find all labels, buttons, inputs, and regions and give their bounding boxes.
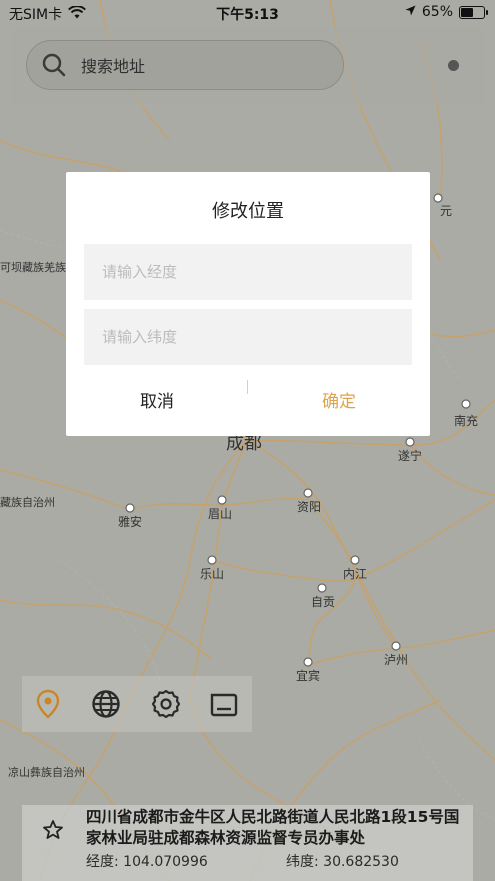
gear-icon xyxy=(151,689,181,719)
settings-button[interactable] xyxy=(150,688,182,720)
folder-icon xyxy=(210,693,238,717)
status-dot xyxy=(448,60,459,71)
latitude-value: 纬度: 30.682530 xyxy=(286,854,399,870)
star-icon[interactable] xyxy=(42,819,64,841)
map-label-ziyang: 资阳 xyxy=(297,500,321,514)
map-label-nanchong: 南充 xyxy=(454,413,478,428)
map-label-yuan: 元 xyxy=(440,204,452,218)
map-toolbar xyxy=(22,676,252,732)
search-panel: 搜索地址 xyxy=(12,28,484,104)
latitude-input[interactable] xyxy=(84,309,412,365)
address-text: 四川省成都市金牛区人民北路街道人民北路1段15号国家林业局驻成都森林资源监督专员… xyxy=(86,808,460,847)
map-label-zigong: 自贡 xyxy=(311,595,335,609)
map-label-aba: 可坝藏族羌族 xyxy=(0,260,66,274)
search-icon xyxy=(42,53,66,77)
status-bar: 无SIM卡 下午5:13 65% xyxy=(0,0,495,26)
battery-percent: 65% xyxy=(421,4,453,20)
map-label-meishan: 眉山 xyxy=(208,507,232,521)
folder-button[interactable] xyxy=(208,688,240,720)
map-label-leshan: 乐山 xyxy=(200,567,224,581)
search-placeholder: 搜索地址 xyxy=(81,57,146,76)
battery-icon xyxy=(459,5,488,19)
location-info-panel: 四川省成都市金牛区人民北路街道人民北路1段15号国家林业局驻成都森林资源监督专员… xyxy=(22,805,473,881)
confirm-button[interactable]: 确定 xyxy=(248,384,430,420)
map-label-ganzi: 藏族自治州 xyxy=(0,495,55,509)
map-view[interactable]: 元 南充 遂宁 眉山 资阳 雅安 乐山 内江 自贡 泸州 宜宾 可坝藏族羌族 藏… xyxy=(0,0,495,881)
location-arrow-icon xyxy=(405,4,416,20)
globe-icon xyxy=(92,690,120,718)
dialog-title: 修改位置 xyxy=(212,201,284,222)
map-label-suining: 遂宁 xyxy=(398,448,422,463)
map-label-chengdu: 成都 xyxy=(226,433,262,454)
map-label-yibin: 宜宾 xyxy=(296,668,320,683)
map-label-yaan: 雅安 xyxy=(118,514,142,529)
longitude-value: 经度: 104.070996 xyxy=(86,854,208,870)
map-label-liangshan: 凉山彝族自治州 xyxy=(8,765,85,779)
longitude-input[interactable] xyxy=(84,244,412,300)
cancel-button[interactable]: 取消 xyxy=(66,384,248,420)
search-input[interactable]: 搜索地址 xyxy=(26,40,344,90)
edit-location-dialog: 修改位置 取消 确定 xyxy=(66,172,430,436)
map-label-luzhou: 泸州 xyxy=(384,653,408,667)
location-pin-icon xyxy=(36,689,60,719)
map-label-neijiang: 内江 xyxy=(343,567,367,581)
globe-button[interactable] xyxy=(90,688,122,720)
location-pin-button[interactable] xyxy=(32,688,64,720)
